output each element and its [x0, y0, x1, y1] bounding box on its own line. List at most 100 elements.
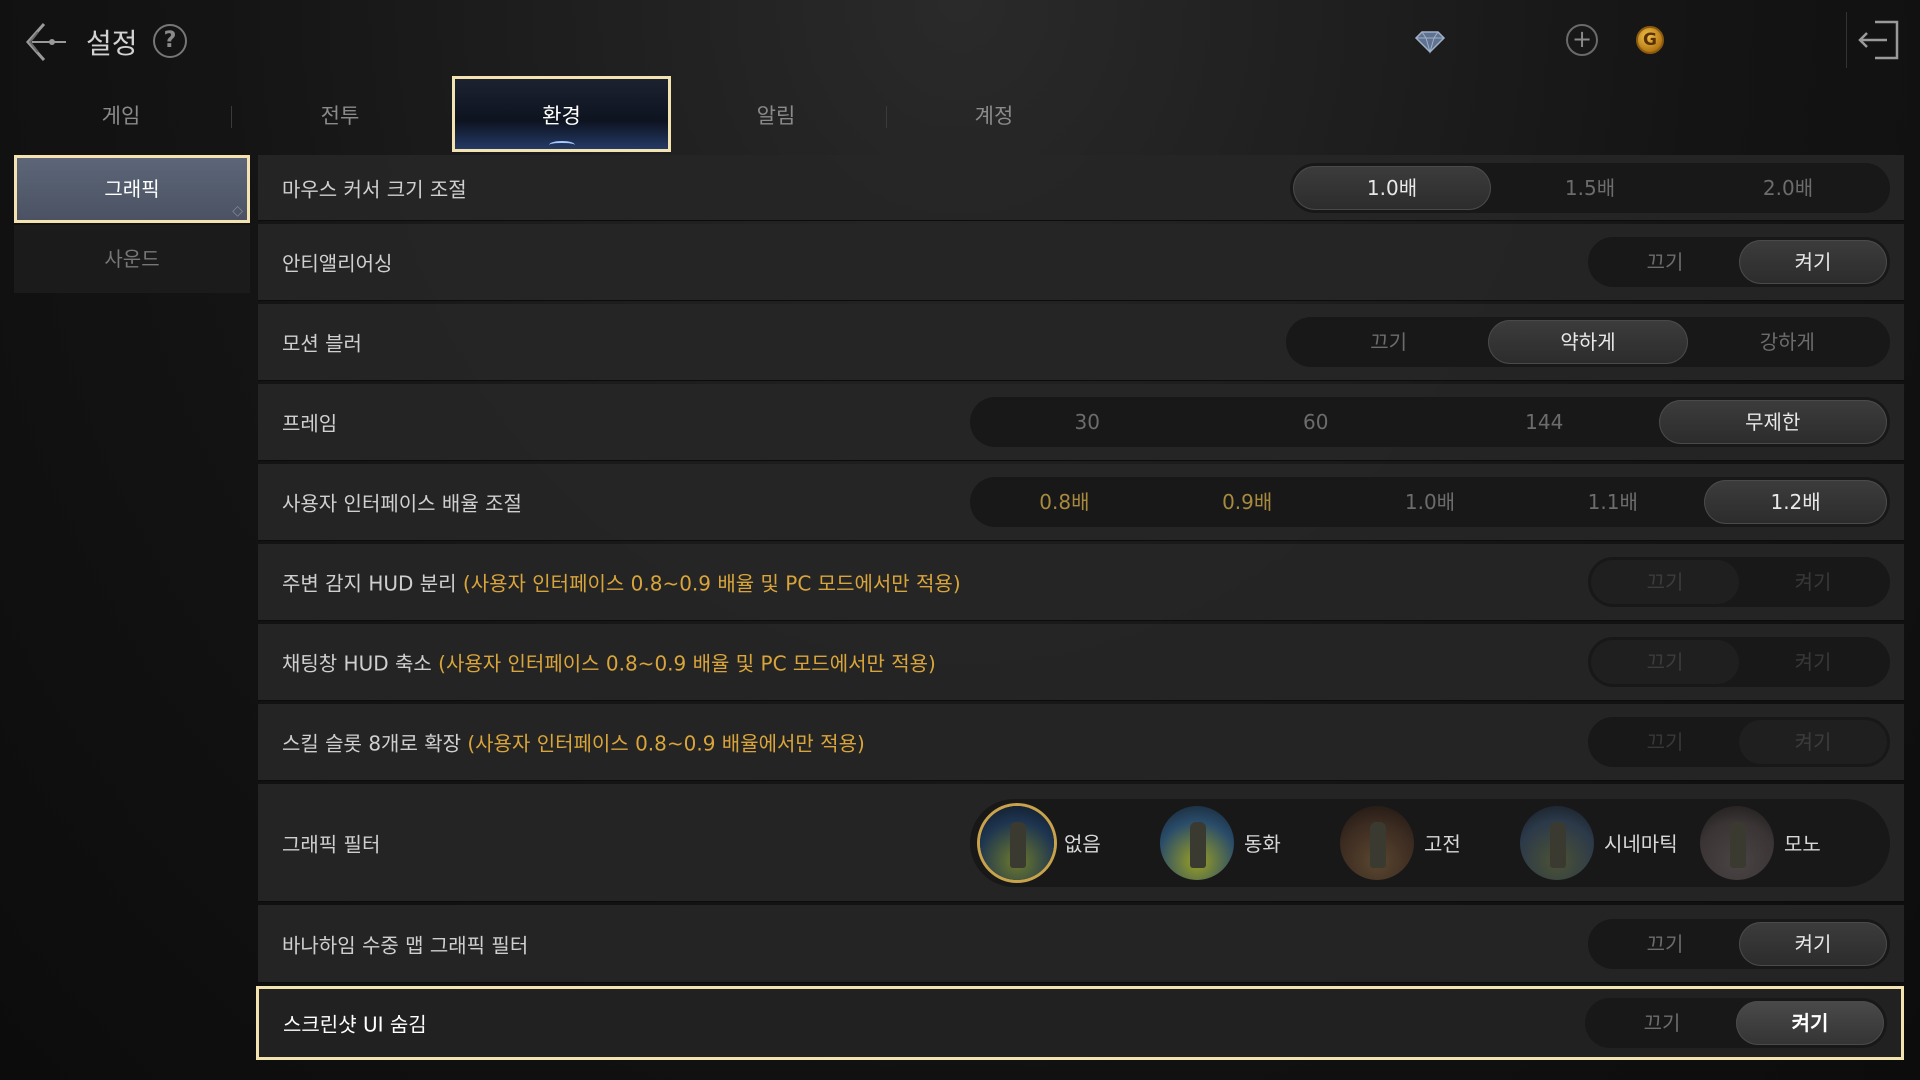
sidebar-item-graphics[interactable]: 그래픽 ◇ — [14, 155, 250, 223]
option-1-1x[interactable]: 1.1배 — [1521, 480, 1704, 524]
setting-label: 프레임 — [282, 411, 338, 436]
tab-notifications[interactable]: 알림 — [667, 76, 887, 152]
cursor-size-selector: 1.0배 1.5배 2.0배 — [1290, 162, 1890, 213]
ui-scale-selector: 0.8배 0.9배 1.0배 1.1배 1.2배 — [970, 477, 1890, 527]
setting-label: 바나하임 수중 맵 그래픽 필터 — [282, 933, 529, 957]
filter-label: 없음 — [1064, 832, 1101, 856]
sidebar-item-sound[interactable]: 사운드 — [14, 225, 250, 293]
motion-blur-selector: 끄기 약하게 강하게 — [1286, 317, 1890, 367]
setting-row-underwater-filter: 바나하임 수중 맵 그래픽 필터 끄기 켜기 — [258, 905, 1904, 983]
back-icon[interactable] — [22, 18, 70, 66]
setting-row-ui-scale: 사용자 인터페이스 배율 조절 0.8배 0.9배 1.0배 1.1배 1.2배 — [258, 464, 1904, 541]
stone-image — [1370, 821, 1386, 868]
option-1-2x[interactable]: 1.2배 — [1704, 480, 1887, 524]
option-off[interactable]: 끄기 — [1591, 922, 1739, 966]
option-on[interactable]: 켜기 — [1736, 1001, 1884, 1045]
option-on[interactable]: 켜기 — [1739, 921, 1887, 966]
filter-mono[interactable]: 모노 — [1700, 799, 1880, 887]
option-0-9x[interactable]: 0.9배 — [1156, 480, 1339, 524]
option-on[interactable]: 켜기 — [1739, 640, 1887, 684]
stone-image — [1010, 821, 1026, 868]
option-off[interactable]: 끄기 — [1289, 320, 1488, 364]
filter-label: 모노 — [1784, 832, 1821, 856]
setting-label: 모션 블러 — [282, 331, 362, 356]
setting-label: 사용자 인터페이스 배율 조절 — [282, 491, 522, 516]
setting-label-text: 스킬 슬롯 8개로 확장 — [282, 731, 461, 756]
option-1-0x[interactable]: 1.0배 — [1339, 480, 1522, 524]
option-on[interactable]: 켜기 — [1739, 720, 1887, 764]
option-0-8x[interactable]: 0.8배 — [973, 480, 1156, 524]
filter-thumbnail — [1520, 805, 1594, 880]
setting-row-skill-slots: 스킬 슬롯 8개로 확장 (사용자 인터페이스 0.8~0.9 배율에서만 적용… — [258, 704, 1904, 781]
skill-slots-toggle: 끄기 켜기 — [1588, 717, 1890, 767]
option-off[interactable]: 끄기 — [1591, 240, 1739, 284]
sidebar-item-label: 사운드 — [104, 247, 160, 271]
option-unlimited[interactable]: 무제한 — [1658, 400, 1887, 444]
page-title: 설정 — [86, 27, 138, 60]
tab-label: 게임 — [101, 104, 141, 128]
plus-icon[interactable]: + — [1566, 24, 1598, 56]
setting-row-cursor-size: 마우스 커서 크기 조절 1.0배 1.5배 2.0배 — [258, 155, 1904, 221]
setting-note: (사용자 인터페이스 0.8~0.9 배율에서만 적용) — [467, 731, 865, 756]
active-tab-marker — [548, 141, 575, 149]
filter-cinematic[interactable]: 시네마틱 — [1520, 799, 1700, 887]
settings-list: 마우스 커서 크기 조절 1.0배 1.5배 2.0배 안티앨리어싱 끄기 켜기… — [256, 155, 1904, 1063]
tab-game[interactable]: 게임 — [12, 76, 232, 152]
diamond-icon[interactable] — [1414, 24, 1446, 56]
option-off[interactable]: 끄기 — [1591, 640, 1739, 684]
frame-selector: 30 60 144 무제한 — [970, 397, 1890, 447]
setting-row-antialiasing: 안티앨리어싱 끄기 켜기 — [258, 224, 1904, 301]
hud-split-toggle: 끄기 켜기 — [1588, 557, 1890, 607]
stone-image — [1190, 821, 1206, 868]
top-bar: 설정 ? + G — [0, 0, 1920, 80]
filter-fairytale[interactable]: 동화 — [1160, 799, 1340, 887]
option-1x[interactable]: 1.0배 — [1293, 165, 1491, 210]
setting-label-text: 주변 감지 HUD 분리 — [282, 571, 457, 596]
setting-label: 스크린샷 UI 숨김 — [283, 1012, 427, 1037]
sidebar-item-label: 그래픽 — [104, 177, 160, 201]
setting-note: (사용자 인터페이스 0.8~0.9 배율 및 PC 모드에서만 적용) — [462, 571, 961, 596]
tab-label: 전투 — [320, 104, 360, 128]
setting-label: 그래픽 필터 — [282, 832, 381, 856]
tab-bar: 게임 전투 환경 알림 계정 — [0, 76, 1100, 152]
help-icon[interactable]: ? — [153, 24, 187, 58]
setting-label: 안티앨리어싱 — [282, 251, 393, 276]
option-2x[interactable]: 2.0배 — [1689, 166, 1887, 210]
stone-image — [1550, 821, 1566, 868]
setting-label: 스킬 슬롯 8개로 확장 (사용자 인터페이스 0.8~0.9 배율에서만 적용… — [282, 728, 865, 757]
option-on[interactable]: 켜기 — [1739, 240, 1887, 284]
filter-thumbnail — [1340, 805, 1414, 880]
sidebar: 그래픽 ◇ 사운드 — [14, 155, 250, 295]
setting-row-screenshot-ui[interactable]: 스크린샷 UI 숨김 끄기 켜기 — [256, 986, 1904, 1060]
chat-hud-toggle: 끄기 켜기 — [1588, 637, 1890, 687]
setting-row-motion-blur: 모션 블러 끄기 약하게 강하게 — [258, 304, 1904, 381]
option-60[interactable]: 60 — [1202, 400, 1431, 444]
exit-icon[interactable] — [1846, 12, 1908, 68]
filter-none[interactable]: 없음 — [980, 799, 1160, 887]
option-30[interactable]: 30 — [973, 400, 1202, 444]
setting-row-chat-hud: 채팅창 HUD 축소 (사용자 인터페이스 0.8~0.9 배율 및 PC 모드… — [258, 624, 1904, 701]
tab-account[interactable]: 계정 — [885, 76, 1103, 152]
filter-label: 시네마틱 — [1604, 832, 1678, 856]
tab-combat[interactable]: 전투 — [231, 76, 449, 152]
option-off[interactable]: 끄기 — [1591, 720, 1739, 764]
option-on[interactable]: 켜기 — [1739, 560, 1887, 604]
option-off[interactable]: 끄기 — [1591, 560, 1739, 604]
filter-label: 동화 — [1244, 832, 1281, 856]
option-weak[interactable]: 약하게 — [1488, 320, 1688, 364]
underwater-filter-toggle: 끄기 켜기 — [1588, 918, 1890, 969]
setting-label: 주변 감지 HUD 분리 (사용자 인터페이스 0.8~0.9 배율 및 PC … — [282, 568, 961, 597]
antialiasing-toggle: 끄기 켜기 — [1588, 237, 1890, 287]
option-1-5x[interactable]: 1.5배 — [1491, 166, 1689, 210]
tab-label: 환경 — [542, 104, 581, 128]
gold-coin-icon: G — [1636, 26, 1664, 54]
tab-environment[interactable]: 환경 — [452, 76, 671, 152]
setting-label: 마우스 커서 크기 조절 — [282, 177, 467, 201]
filter-classic[interactable]: 고전 — [1340, 799, 1520, 887]
filter-thumbnail — [1700, 805, 1774, 880]
filter-thumbnail — [1160, 805, 1234, 880]
option-144[interactable]: 144 — [1430, 400, 1659, 444]
option-strong[interactable]: 강하게 — [1688, 320, 1887, 364]
option-off[interactable]: 끄기 — [1588, 1001, 1736, 1045]
setting-label-text: 채팅창 HUD 축소 — [282, 651, 432, 676]
